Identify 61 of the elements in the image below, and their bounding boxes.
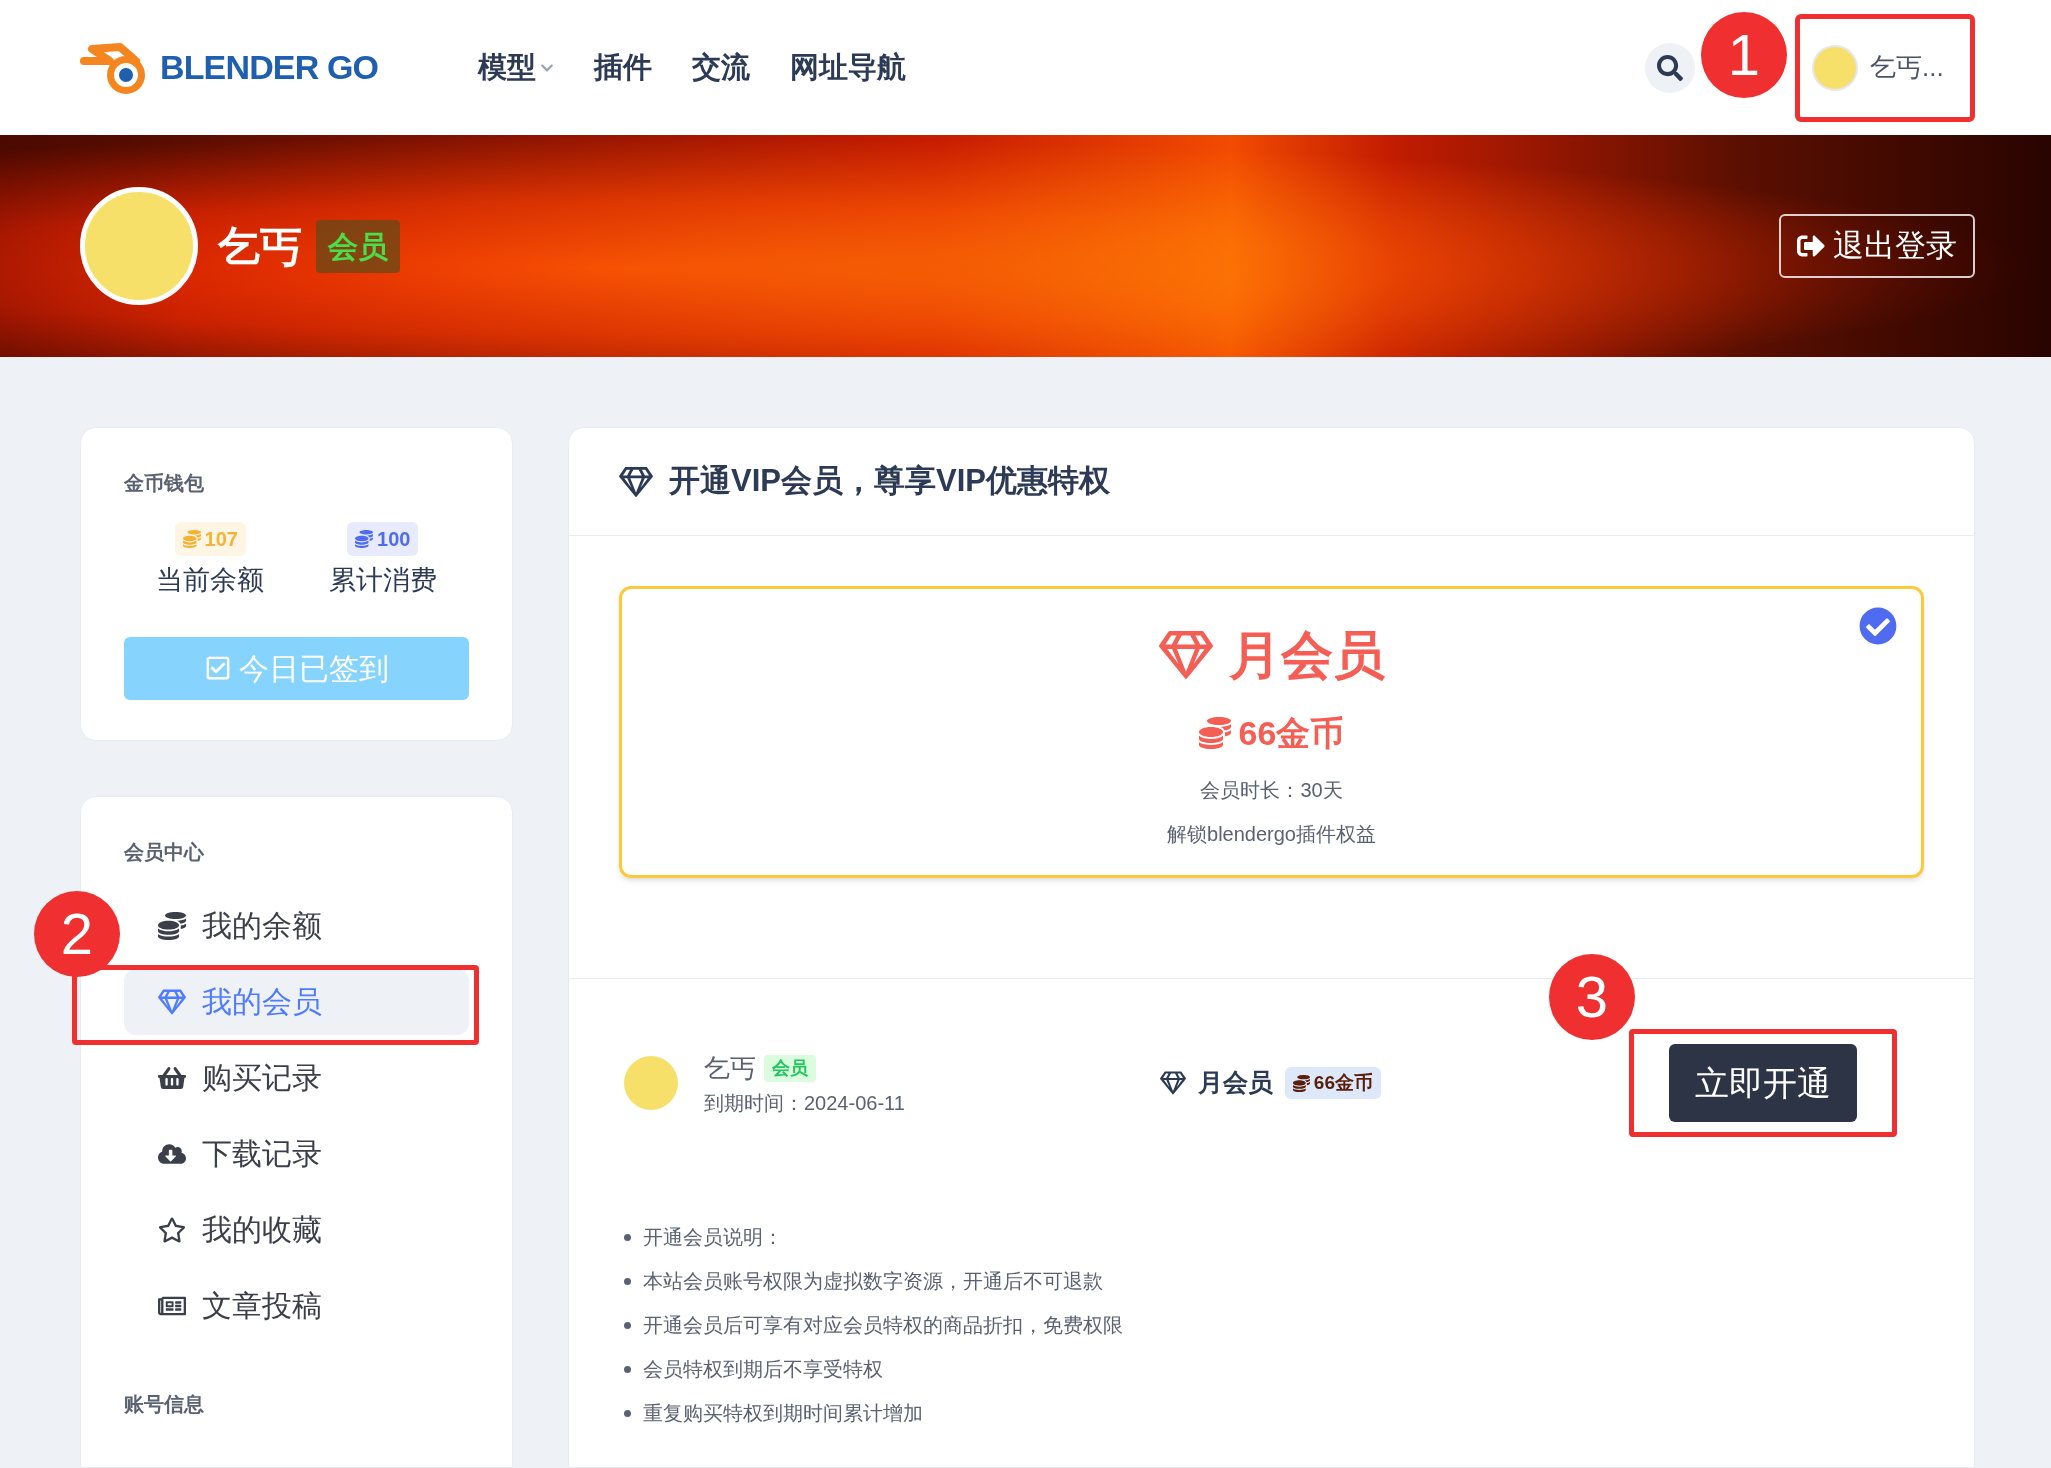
gem-icon [1159, 1070, 1186, 1096]
star-icon [158, 1215, 186, 1244]
bullet-icon [624, 1233, 631, 1241]
user-name: 乞丐 [704, 1051, 756, 1085]
note-text: 会员特权到期后不享受特权 [643, 1357, 883, 1382]
sidebar-menu-item[interactable]: 我的收藏 [124, 1196, 469, 1263]
note-text: 开通会员说明： [643, 1225, 783, 1250]
logout-button[interactable]: 退出登录 [1779, 214, 1975, 278]
plan-name: 月会员 [1228, 624, 1385, 686]
search-icon [1657, 54, 1683, 81]
bullet-icon [624, 1365, 631, 1373]
coin-amount-badge: 100 [347, 522, 419, 556]
step-number-badge: 1 [1701, 11, 1787, 98]
coins-icon [1198, 717, 1231, 749]
price-badge: 66金币 [1284, 1066, 1381, 1100]
note-text: 重复购买特权到期时间累计增加 [643, 1401, 923, 1426]
nav-link[interactable]: 模型 [478, 45, 555, 90]
coins-icon [158, 911, 186, 940]
plan-duration: 会员时长：30天 [1200, 777, 1343, 803]
stat-label: 累计消费 [328, 564, 437, 597]
sidebar-menu-item[interactable]: 文章投稿 [124, 1272, 469, 1339]
coins-icon [355, 530, 374, 548]
step-number-badge: 3 [1549, 954, 1635, 1040]
expiry-date: 到期时间：2024-06-11 [704, 1090, 905, 1116]
avatar [1812, 44, 1858, 91]
avatar [624, 1056, 678, 1110]
gem-icon [619, 464, 653, 499]
coin-amount-badge: 107 [174, 522, 246, 556]
plan-option[interactable]: 月会员 66金币 会员时长：30天 解锁blendergo插件权益 [619, 586, 1924, 878]
section-title: 金币钱包 [124, 471, 205, 496]
bullet-icon [624, 1321, 631, 1329]
coins-icon [1292, 1074, 1310, 1092]
coins-icon [182, 530, 201, 548]
gem-icon [158, 987, 186, 1016]
plan-description: 解锁blendergo插件权益 [1167, 821, 1376, 847]
search-button[interactable] [1645, 42, 1695, 93]
step-number-badge: 2 [34, 890, 120, 977]
member-badge: 会员 [764, 1054, 816, 1082]
bullet-icon [624, 1409, 631, 1417]
note-text: 开通会员后可享有对应会员特权的商品折扣，免费权限 [643, 1313, 1123, 1338]
checkbox-icon [204, 655, 231, 681]
sidebar-menu-item[interactable]: 购买记录 [124, 1044, 469, 1111]
stat-label: 当前余额 [156, 564, 265, 597]
plan-name: 月会员 [1197, 1067, 1273, 1099]
check-icon [1859, 607, 1897, 645]
user-name[interactable]: 乞丐... [1870, 48, 1944, 87]
plan-price: 66金币 [1238, 712, 1345, 754]
note-text: 本站会员账号权限为虚拟数字资源，开通后不可退款 [643, 1269, 1103, 1294]
nav-link[interactable]: 插件 [594, 45, 653, 90]
nav-link[interactable]: 交流 [692, 45, 751, 90]
sidebar-menu-item[interactable]: 我的余额 [124, 892, 469, 959]
card-title: 开通VIP会员，尊享VIP优惠特权 [669, 462, 1110, 501]
sidebar-menu-item[interactable]: 下载记录 [124, 1120, 469, 1187]
section-title: 账号信息 [124, 1391, 205, 1417]
nav-link[interactable]: 网址导航 [790, 45, 907, 90]
bullet-icon [624, 1277, 631, 1285]
activate-button[interactable]: 立即开通 [1669, 1044, 1857, 1122]
member-badge: 会员 [316, 219, 400, 273]
section-title: 会员中心 [124, 839, 205, 865]
logo-text: BLENDER GO [160, 47, 379, 88]
profile-name: 乞丐 [218, 221, 302, 272]
